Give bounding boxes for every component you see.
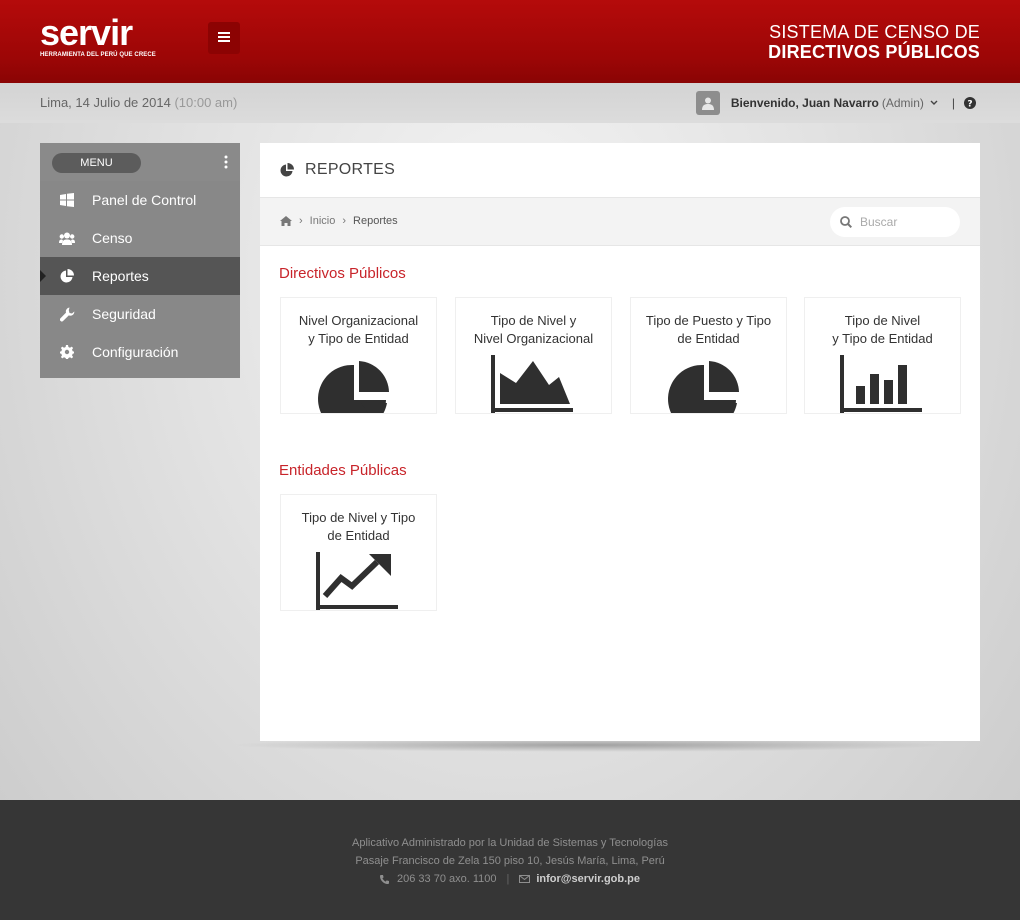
sidebar-item-configuracion[interactable]: Configuración [40, 333, 240, 371]
card-label-line: Nivel Organizacional [473, 331, 594, 346]
bar-chart-icon [840, 355, 922, 413]
footer-phone: 206 33 70 axo. 1100 [397, 873, 497, 885]
wrench-icon [59, 306, 75, 322]
card-label: Tipo de Nivel y Tipo de Entidad [281, 509, 436, 545]
users-icon [59, 230, 75, 246]
pie-chart-icon [668, 361, 739, 413]
time-text: (10:00 am) [174, 95, 238, 110]
sidebar-item-label: Seguridad [92, 306, 156, 322]
welcome-user[interactable]: Bienvenido, Juan Navarro [731, 96, 879, 110]
report-card-tipo-nivel-organizacional[interactable]: Tipo de Nivel y Nivel Organizacional [456, 298, 611, 413]
windows-icon [59, 192, 75, 208]
breadcrumb-bar: › Inicio › Reportes [260, 198, 980, 246]
user-icon [701, 97, 714, 110]
kebab-menu-icon[interactable] [224, 155, 228, 169]
card-label: Tipo de Puesto y Tipo de Entidad [631, 312, 786, 348]
pie-chart-icon [59, 268, 75, 284]
search-box[interactable] [830, 207, 960, 237]
card-label: Tipo de Nivel y Tipo de Entidad [805, 312, 960, 348]
phone-icon [380, 874, 389, 884]
breadcrumb: › Inicio › Reportes [280, 215, 398, 227]
sidebar-item-label: Panel de Control [92, 192, 197, 208]
servir-logo[interactable]: servir HERRAMIENTA DEL PERÚ QUE CRECE [40, 12, 170, 62]
hamburger-icon [218, 29, 230, 47]
footer-contact: 206 33 70 axo. 1100 | infor@servir.gob.p… [0, 870, 1020, 888]
search-input[interactable] [860, 215, 950, 229]
app-header: servir HERRAMIENTA DEL PERÚ QUE CRECE SI… [0, 0, 1020, 83]
system-title: SISTEMA DE CENSO DE DIRECTIVOS PÚBLICOS [768, 22, 980, 62]
breadcrumb-reportes: Reportes [353, 215, 398, 227]
card-label-line: Tipo de Nivel [844, 313, 921, 328]
card-label-line: Nivel Organizacional [298, 313, 419, 328]
home-icon[interactable] [280, 216, 292, 226]
sidebar-item-seguridad[interactable]: Seguridad [40, 295, 240, 333]
sidebar-item-reportes[interactable]: Reportes [40, 257, 240, 295]
user-menu: Bienvenido, Juan Navarro (Admin) | ? [695, 91, 976, 115]
user-role[interactable]: (Admin) [882, 96, 924, 110]
panel-header: REPORTES [260, 143, 980, 198]
card-label: Nivel Organizacional y Tipo de Entidad [281, 312, 436, 348]
sidebar-item-label: Censo [92, 230, 133, 246]
divider: | [951, 96, 955, 110]
chevron-right-icon: › [342, 215, 347, 227]
gear-icon [59, 344, 75, 360]
system-title-line1: SISTEMA DE CENSO DE [769, 22, 980, 42]
pie-chart-icon [280, 163, 294, 177]
report-card-tipo-nivel-entidad[interactable]: Tipo de Nivel y Tipo de Entidad [805, 298, 960, 413]
current-date: Lima, 14 Julio de 2014 (10:00 am) [40, 95, 237, 110]
sidebar-item-censo[interactable]: Censo [40, 219, 240, 257]
card-label: Tipo de Nivel y Nivel Organizacional [456, 312, 611, 348]
page-title: REPORTES [305, 161, 396, 178]
chevron-right-icon: › [299, 215, 303, 227]
svg-text:?: ? [967, 100, 972, 110]
card-label-line: Tipo de Puesto y Tipo [645, 313, 772, 328]
chevron-down-icon[interactable] [930, 100, 938, 106]
sidebar-header: MENU [40, 143, 240, 181]
divider: | [506, 873, 510, 885]
reports-panel: REPORTES › Inicio › Reportes Directivos … [260, 143, 980, 741]
area-chart-icon [491, 355, 573, 413]
search-icon [840, 216, 852, 228]
card-label-line: de Entidad [327, 528, 390, 543]
footer-address: Pasaje Francisco de Zela 150 piso 10, Je… [355, 855, 665, 867]
report-card-entidades-tipo-nivel[interactable]: Tipo de Nivel y Tipo de Entidad [281, 495, 436, 610]
report-card-tipo-puesto[interactable]: Tipo de Puesto y Tipo de Entidad [631, 298, 786, 413]
envelope-icon [519, 875, 531, 883]
logo-text: servir [40, 12, 133, 53]
sidebar-item-panel-de-control[interactable]: Panel de Control [40, 181, 240, 219]
card-label-line: de Entidad [677, 331, 740, 346]
help-icon[interactable]: ? [964, 97, 976, 109]
card-label-line: Tipo de Nivel y [490, 313, 577, 328]
pie-chart-icon [318, 361, 389, 413]
card-label-line: Tipo de Nivel y Tipo [301, 510, 416, 525]
sidebar: MENU Panel de Control Censo Reportes Seg… [40, 143, 240, 378]
card-label-line: y Tipo de Entidad [832, 331, 933, 346]
section-title-entidades: Entidades Públicas [279, 462, 407, 479]
card-label-line: y Tipo de Entidad [308, 331, 409, 346]
section-title-directivos: Directivos Públicos [279, 265, 406, 282]
menu-toggle-button[interactable] [208, 22, 240, 54]
line-chart-icon [316, 552, 398, 610]
avatar[interactable] [695, 91, 720, 115]
sidebar-item-label: Reportes [92, 268, 149, 284]
report-card-nivel-organizacional[interactable]: Nivel Organizacional y Tipo de Entidad [281, 298, 436, 413]
breadcrumb-inicio[interactable]: Inicio [310, 215, 336, 227]
info-bar: Lima, 14 Julio de 2014 (10:00 am) Bienve… [0, 83, 1020, 123]
sidebar-item-label: Configuración [92, 344, 179, 360]
footer-email-link[interactable]: infor@servir.gob.pe [536, 870, 640, 888]
footer-admin-text: Aplicativo Administrado por la Unidad de… [352, 837, 668, 849]
footer: Aplicativo Administrado por la Unidad de… [0, 800, 1020, 920]
menu-label: MENU [52, 153, 141, 173]
date-text: Lima, 14 Julio de 2014 [40, 95, 175, 110]
system-title-line2: DIRECTIVOS PÚBLICOS [768, 42, 980, 62]
logo-tagline: HERRAMIENTA DEL PERÚ QUE CRECE [40, 52, 156, 58]
